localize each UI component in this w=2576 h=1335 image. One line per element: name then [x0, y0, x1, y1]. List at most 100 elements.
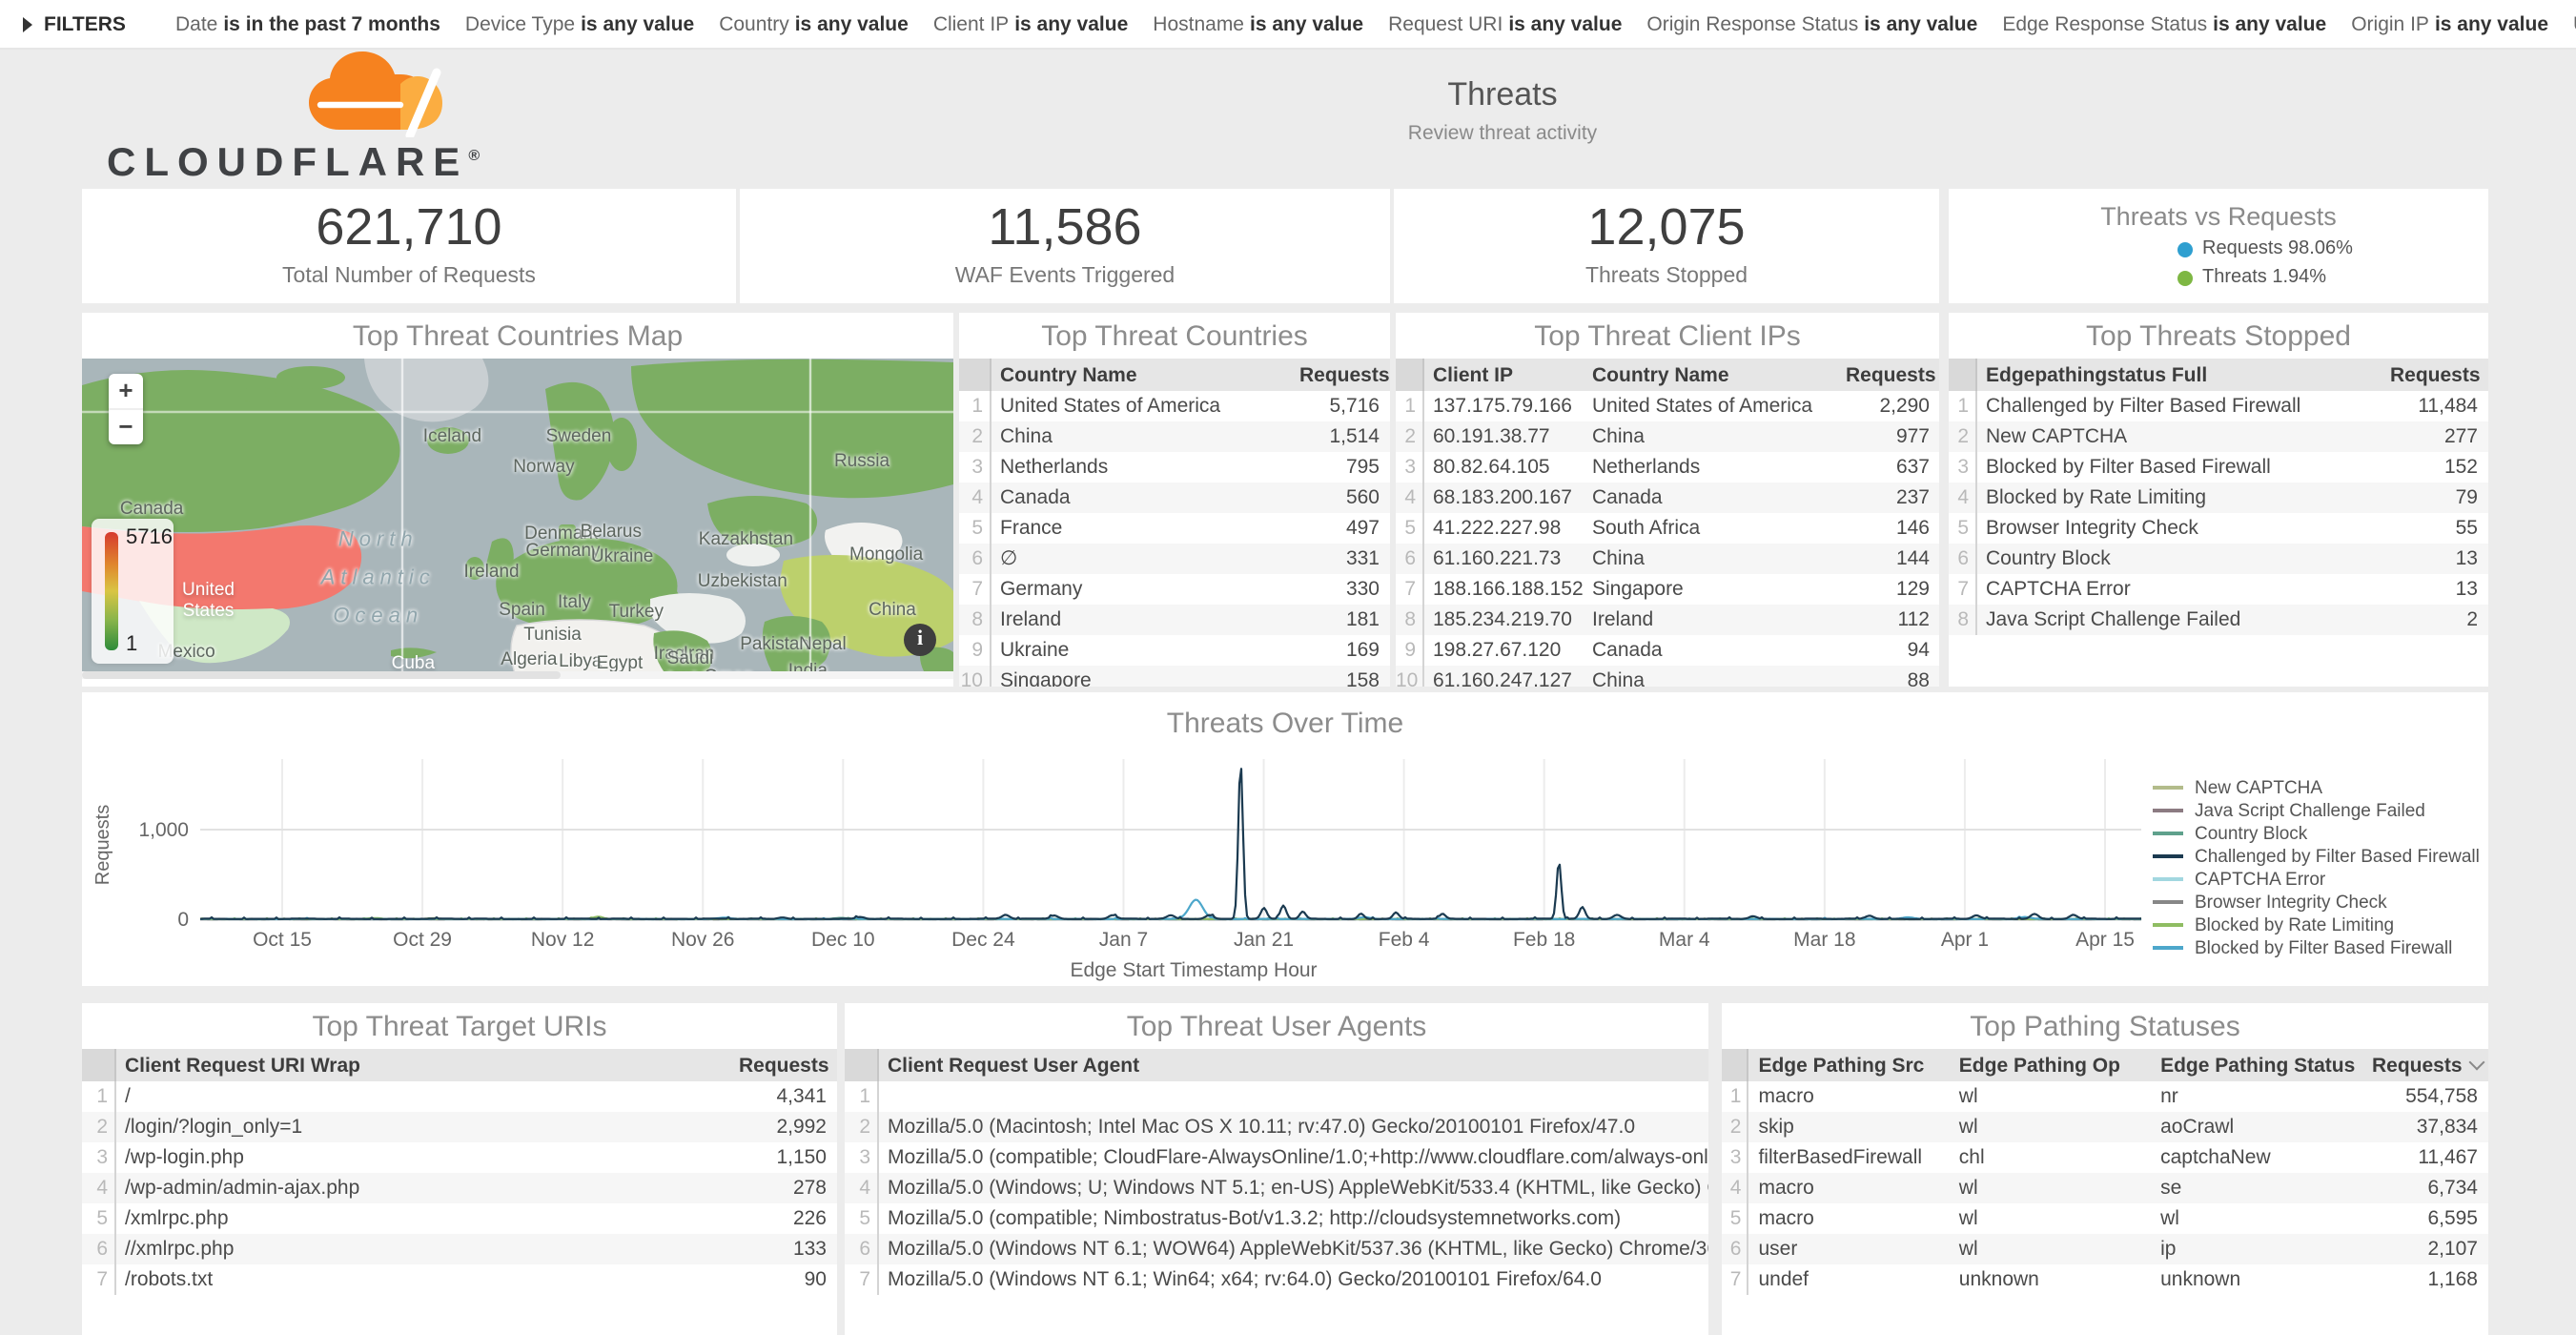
cell: Mozilla/5.0 (Windows; U; Windows NT 5.1;…	[877, 1173, 1708, 1203]
column-header-edgepathingstatus-full[interactable]: Edgepathingstatus Full	[1975, 359, 2381, 391]
cell: se	[2151, 1173, 2362, 1203]
table-row[interactable]: 2New CAPTCHA277	[1949, 421, 2487, 452]
chart-legend-item[interactable]: CAPTCHA Error	[2153, 868, 2480, 891]
map-info-button[interactable]: i	[904, 624, 936, 656]
column-header-requests[interactable]: Requests	[729, 1049, 836, 1081]
table-row[interactable]: 7188.166.188.152Singapore129	[1396, 574, 1939, 605]
filter-chip-client-ip[interactable]: Client IPis any value	[933, 12, 1128, 35]
table-row[interactable]: 5macrowlwl6,595	[1722, 1203, 2487, 1234]
table-row[interactable]: 1Challenged by Filter Based Firewall11,4…	[1949, 391, 2487, 421]
table-row[interactable]: 6∅331	[959, 544, 1389, 574]
column-header-requests[interactable]: Requests	[2362, 1049, 2487, 1081]
filter-chip-hostname[interactable]: Hostnameis any value	[1153, 12, 1363, 35]
table-row[interactable]: 8Ireland181	[959, 605, 1389, 635]
table-row[interactable]: 9Ukraine169	[959, 635, 1389, 666]
table-row[interactable]: 661.160.221.73China144	[1396, 544, 1939, 574]
table-row[interactable]: 3Blocked by Filter Based Firewall152	[1949, 452, 2487, 483]
column-header-requests[interactable]: Requests	[2381, 359, 2487, 391]
column-header-edge-pathing-op[interactable]: Edge Pathing Op	[1950, 1049, 2151, 1081]
table-row[interactable]: 1/4,341	[82, 1081, 836, 1112]
table-row[interactable]: 7CAPTCHA Error13	[1949, 574, 2487, 605]
filters-toggle[interactable]: FILTERS	[23, 12, 126, 35]
table-row[interactable]: 8Java Script Challenge Failed2	[1949, 605, 2487, 635]
column-header-country-name[interactable]: Country Name	[990, 359, 1290, 391]
cloudflare-cloud-icon	[301, 46, 484, 137]
chart-legend-item[interactable]: Blocked by Rate Limiting	[2153, 914, 2480, 936]
table-row[interactable]: 6userwlip2,107	[1722, 1234, 2487, 1264]
threats-vs-requests-legend: Requests 98.06%Threats 1.94%	[1949, 238, 2488, 288]
map-zoom-out-button[interactable]: −	[109, 410, 143, 444]
cell: South Africa	[1583, 513, 1836, 544]
table-row[interactable]: 4Mozilla/5.0 (Windows; U; Windows NT 5.1…	[845, 1173, 1708, 1203]
cell: wl	[1950, 1234, 2151, 1264]
threats-over-time-chart[interactable]: Oct 15Oct 29Nov 12Nov 26Dec 10Dec 24Jan …	[82, 692, 2488, 986]
table-row[interactable]: 1	[845, 1081, 1708, 1112]
table-row[interactable]: 7Germany330	[959, 574, 1389, 605]
table-row[interactable]: 2/login/?login_only=12,992	[82, 1112, 836, 1142]
chart-legend-item[interactable]: Country Block	[2153, 822, 2480, 845]
table-row[interactable]: 2Mozilla/5.0 (Macintosh; Intel Mac OS X …	[845, 1112, 1708, 1142]
table-row[interactable]: 1137.175.79.166United States of America2…	[1396, 391, 1939, 421]
x-tick-label: Apr 1	[1941, 929, 1989, 951]
table-row[interactable]: 5Browser Integrity Check55	[1949, 513, 2487, 544]
row-rank: 6	[959, 544, 990, 574]
table-row[interactable]: 3filterBasedFirewallchlcaptchaNew11,467	[1722, 1142, 2487, 1173]
table-row[interactable]: 9198.27.67.120Canada94	[1396, 635, 1939, 666]
cell: 4,341	[729, 1081, 836, 1112]
filter-chip-device-type[interactable]: Device Typeis any value	[465, 12, 694, 35]
filter-chip-origin-response-status[interactable]: Origin Response Statusis any value	[1646, 12, 1977, 35]
table-row[interactable]: 2China1,514	[959, 421, 1389, 452]
table-row[interactable]: 8185.234.219.70Ireland112	[1396, 605, 1939, 635]
filter-chip-request-uri[interactable]: Request URIis any value	[1388, 12, 1622, 35]
column-header-country-name[interactable]: Country Name	[1583, 359, 1836, 391]
table-row[interactable]: 7/robots.txt90	[82, 1264, 836, 1295]
table-row[interactable]: 5/xmlrpc.php226	[82, 1203, 836, 1234]
world-map[interactable]: CanadaUnited StatesMexicoCubaIcelandSwed…	[82, 359, 953, 679]
column-header-client-request-user-agent[interactable]: Client Request User Agent	[877, 1049, 1708, 1081]
table-row[interactable]: 541.222.227.98South Africa146	[1396, 513, 1939, 544]
column-header-requests[interactable]: Requests	[1290, 359, 1389, 391]
table-row[interactable]: 10Singapore158	[959, 666, 1389, 687]
table-row[interactable]: 1061.160.247.127China88	[1396, 666, 1939, 687]
table-row[interactable]: 4Canada560	[959, 483, 1389, 513]
table-row[interactable]: 1macrowlnr554,758	[1722, 1081, 2487, 1112]
chart-legend-item[interactable]: New CAPTCHA	[2153, 776, 2480, 799]
table-row[interactable]: 6//xmlrpc.php133	[82, 1234, 836, 1264]
table-row[interactable]: 468.183.200.167Canada237	[1396, 483, 1939, 513]
column-header-client-request-uri-wrap[interactable]: Client Request URI Wrap	[114, 1049, 729, 1081]
table-row[interactable]: 2skipwlaoCrawl37,834	[1722, 1112, 2487, 1142]
table-row[interactable]: 6Country Block13	[1949, 544, 2487, 574]
filter-chip-country[interactable]: Countryis any value	[719, 12, 909, 35]
table-row[interactable]: 260.191.38.77China977	[1396, 421, 1939, 452]
chart-legend-item[interactable]: Challenged by Filter Based Firewall	[2153, 845, 2480, 868]
row-rank: 7	[845, 1264, 877, 1295]
table-row[interactable]: 5Mozilla/5.0 (compatible; Nimbostratus-B…	[845, 1203, 1708, 1234]
column-header-requests[interactable]: Requests	[1836, 359, 1939, 391]
map-scrollbar[interactable]	[82, 671, 953, 679]
table-row[interactable]: 7undefunknownunknown1,168	[1722, 1264, 2487, 1295]
table-row[interactable]: 3/wp-login.php1,150	[82, 1142, 836, 1173]
chart-legend-item[interactable]: Blocked by Filter Based Firewall	[2153, 936, 2480, 959]
column-header-client-ip[interactable]: Client IP	[1422, 359, 1583, 391]
filter-chip-origin-ip[interactable]: Origin IPis any value	[2351, 12, 2548, 35]
table-row[interactable]: 6Mozilla/5.0 (Windows NT 6.1; WOW64) App…	[845, 1234, 1708, 1264]
table-row[interactable]: 1United States of America5,716	[959, 391, 1389, 421]
filter-chip-edge-response-status[interactable]: Edge Response Statusis any value	[2002, 12, 2326, 35]
table-row[interactable]: 380.82.64.105Netherlands637	[1396, 452, 1939, 483]
map-zoom-in-button[interactable]: +	[109, 374, 143, 410]
column-header-edge-pathing-status[interactable]: Edge Pathing Status	[2151, 1049, 2362, 1081]
filter-chip-date[interactable]: Dateis in the past 7 months	[175, 12, 440, 35]
table-row[interactable]: 5France497	[959, 513, 1389, 544]
table-row[interactable]: 3Mozilla/5.0 (compatible; CloudFlare-Alw…	[845, 1142, 1708, 1173]
cell: China	[1583, 544, 1836, 574]
chart-legend-item[interactable]: Browser Integrity Check	[2153, 891, 2480, 914]
column-header-edge-pathing-src[interactable]: Edge Pathing Src	[1748, 1049, 1949, 1081]
top-threat-client-ips-panel: Top Threat Client IPs Client IPCountry N…	[1396, 313, 1939, 687]
chart-legend-item[interactable]: Java Script Challenge Failed	[2153, 799, 2480, 822]
table-row[interactable]: 4Blocked by Rate Limiting79	[1949, 483, 2487, 513]
table-row[interactable]: 3Netherlands795	[959, 452, 1389, 483]
table-row[interactable]: 4macrowlse6,734	[1722, 1173, 2487, 1203]
table-row[interactable]: 4/wp-admin/admin-ajax.php278	[82, 1173, 836, 1203]
table-row[interactable]: 7Mozilla/5.0 (Windows NT 6.1; Win64; x64…	[845, 1264, 1708, 1295]
row-rank: 4	[959, 483, 990, 513]
